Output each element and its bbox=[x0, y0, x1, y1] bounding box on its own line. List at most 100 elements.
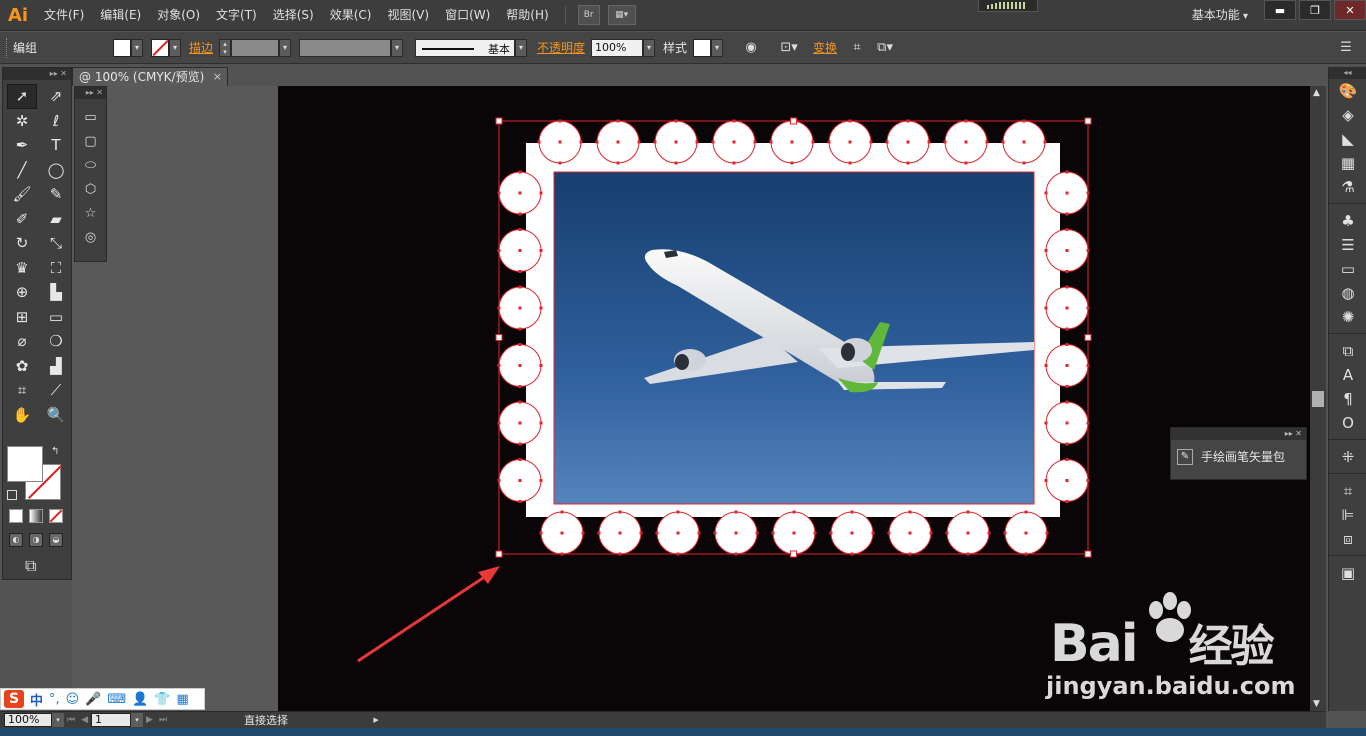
gradient-panel-icon[interactable]: ▭ bbox=[1329, 257, 1366, 281]
draw-behind-button[interactable]: ◑ bbox=[29, 533, 43, 547]
user-icon[interactable]: 👤 bbox=[132, 692, 148, 707]
stroke-weight-spinner[interactable]: ▴ ▾ bbox=[219, 38, 232, 57]
perspective-grid-tool[interactable]: ▙ bbox=[41, 280, 71, 305]
layers-panel-icon[interactable]: ◈ bbox=[1329, 103, 1366, 127]
column-graph-tool[interactable]: ▟ bbox=[41, 354, 71, 379]
recolor-artwork-icon[interactable]: ◉ bbox=[741, 38, 761, 58]
brush-library-item[interactable]: ✎ 手绘画笔矢量包 bbox=[1171, 440, 1306, 473]
swap-fill-stroke-icon[interactable]: ↰ bbox=[51, 446, 59, 457]
gradient-mode-button[interactable] bbox=[29, 509, 43, 523]
symbol-sprayer-tool[interactable]: ✿ bbox=[7, 354, 37, 379]
flyout-header[interactable]: ▸▸ ✕ bbox=[75, 87, 106, 99]
vertical-scrollbar[interactable]: ▲ ▼ bbox=[1310, 86, 1326, 711]
transform-panel-link[interactable]: 变换 bbox=[813, 39, 837, 56]
blend-tool[interactable]: ❍ bbox=[41, 329, 71, 354]
stroke-panel-icon[interactable]: ☰ bbox=[1329, 233, 1366, 257]
direct-selection-tool[interactable]: ⇗ bbox=[41, 84, 71, 109]
dock-header[interactable]: ◂◂ bbox=[1329, 67, 1366, 79]
close-document-icon[interactable]: × bbox=[213, 68, 222, 86]
transparency-panel-icon[interactable]: ◍ bbox=[1329, 281, 1366, 305]
gradient-tool[interactable]: ▭ bbox=[41, 305, 71, 330]
fill-color-swatch[interactable] bbox=[113, 38, 131, 57]
lasso-tool[interactable]: ℓ bbox=[41, 109, 71, 134]
bridge-button[interactable]: Br bbox=[577, 5, 600, 25]
selection-tool[interactable]: ➚ bbox=[7, 84, 37, 109]
transform-dock-icon[interactable]: ⌗ bbox=[1329, 479, 1366, 503]
stroke-panel-link[interactable]: 描边 bbox=[189, 39, 213, 56]
sogou-logo[interactable]: S bbox=[4, 690, 24, 708]
next-artboard-icon[interactable]: ▶ bbox=[146, 715, 153, 725]
resize-handle[interactable] bbox=[495, 550, 503, 558]
default-colors-icon[interactable] bbox=[7, 490, 17, 500]
mesh-tool[interactable]: ⊞ bbox=[7, 305, 37, 330]
menu-help[interactable]: 帮助(H) bbox=[498, 0, 556, 31]
rounded-rectangle-tool[interactable]: ▢ bbox=[75, 129, 106, 153]
vertical-scroll-thumb[interactable] bbox=[1312, 391, 1324, 407]
hand-tool[interactable]: ✋ bbox=[7, 403, 37, 428]
graphic-styles-icon[interactable]: ⧉ bbox=[1329, 339, 1366, 363]
brush-definition-dropdown[interactable]: ▾ bbox=[515, 38, 528, 57]
scale-tool[interactable]: ⤡ bbox=[41, 231, 71, 256]
resize-handle[interactable] bbox=[1084, 117, 1092, 125]
graphic-style-dropdown[interactable]: ▾ bbox=[711, 38, 724, 57]
resize-handle[interactable] bbox=[495, 117, 503, 125]
paintbrush-tool[interactable]: 🖌 bbox=[7, 182, 37, 207]
color-mode-button[interactable] bbox=[9, 509, 23, 523]
graphic-style-swatch[interactable] bbox=[693, 38, 712, 57]
zoom-dropdown[interactable]: ▾ bbox=[52, 713, 64, 727]
select-similar-icon[interactable]: ⧉▾ bbox=[875, 38, 895, 58]
close-button[interactable]: ✕ bbox=[1334, 0, 1366, 20]
opacity-panel-link[interactable]: 不透明度 bbox=[537, 39, 585, 56]
punctuation-icon[interactable]: °, bbox=[49, 692, 60, 707]
emoji-icon[interactable]: ☺ bbox=[66, 692, 80, 707]
status-menu-icon[interactable]: ▶ bbox=[370, 713, 383, 727]
pencil-tool[interactable]: ✎ bbox=[41, 182, 71, 207]
screen-mode-button[interactable]: ⧉ bbox=[25, 556, 36, 576]
links-panel-icon[interactable]: ▣ bbox=[1329, 561, 1366, 585]
menu-edit[interactable]: 编辑(E) bbox=[92, 0, 149, 31]
first-artboard-icon[interactable]: ⏮ bbox=[67, 715, 75, 725]
free-transform-tool[interactable]: ⛶ bbox=[41, 256, 71, 281]
draw-normal-button[interactable]: ◐ bbox=[9, 533, 23, 547]
menu-file[interactable]: 文件(F) bbox=[36, 0, 92, 31]
isolate-group-icon[interactable]: ⌗ bbox=[847, 38, 867, 58]
flare-tool[interactable]: ◎ bbox=[75, 225, 106, 249]
resize-handle[interactable] bbox=[1084, 334, 1092, 341]
transform-panel-icon[interactable]: ⁜ bbox=[1329, 445, 1366, 469]
panel-grip[interactable] bbox=[6, 37, 9, 58]
align-options-icon[interactable]: ⊡▾ bbox=[779, 38, 799, 58]
paragraph-panel-icon[interactable]: ¶ bbox=[1329, 387, 1366, 411]
panel-menu-icon[interactable]: ☰ bbox=[1336, 38, 1356, 58]
stroke-color-dropdown[interactable]: ▾ bbox=[169, 38, 181, 57]
variable-width-dropdown[interactable]: ▾ bbox=[391, 38, 404, 57]
blob-brush-tool[interactable]: ✐ bbox=[7, 207, 37, 232]
resize-handle[interactable] bbox=[790, 550, 797, 558]
artboard-number-field[interactable]: 1 bbox=[91, 713, 132, 727]
rectangle-tool[interactable]: ▭ bbox=[75, 105, 106, 129]
opacity-field[interactable]: 100% bbox=[591, 38, 644, 57]
color-guide-icon[interactable]: ◣ bbox=[1329, 127, 1366, 151]
polygon-tool[interactable]: ⬡ bbox=[75, 177, 106, 201]
brush-panel-header[interactable]: ▸▸ ✕ bbox=[1171, 428, 1306, 440]
microphone-icon[interactable]: 🎤 bbox=[85, 692, 101, 707]
menu-object[interactable]: 对象(O) bbox=[149, 0, 208, 31]
ellipse-tool[interactable]: ◯ bbox=[41, 158, 71, 183]
toolbox-icon[interactable]: ▦ bbox=[177, 692, 189, 707]
minimize-button[interactable]: ▬ bbox=[1264, 0, 1296, 20]
shape-builder-tool[interactable]: ⊕ bbox=[7, 280, 37, 305]
scroll-down-icon[interactable]: ▼ bbox=[1313, 699, 1320, 709]
resize-handle[interactable] bbox=[1084, 550, 1092, 558]
resize-handle[interactable] bbox=[790, 117, 797, 125]
magic-wand-tool[interactable]: ✲ bbox=[7, 109, 37, 134]
tools-panel-header[interactable]: ▸▸ ✕ bbox=[3, 68, 71, 80]
workspace-switcher[interactable]: 基本功能 bbox=[1192, 0, 1248, 31]
brush-definition-field[interactable]: 基本 bbox=[415, 38, 516, 57]
symbols-panel-icon[interactable]: ♣ bbox=[1329, 209, 1366, 233]
restore-button[interactable]: ❐ bbox=[1299, 0, 1331, 20]
width-tool[interactable]: ♛ bbox=[7, 256, 37, 281]
brushes-panel-icon[interactable]: ⚗ bbox=[1329, 175, 1366, 199]
appearance-panel-icon[interactable]: ✺ bbox=[1329, 305, 1366, 329]
variable-width-profile[interactable] bbox=[299, 38, 392, 57]
arrange-documents-button[interactable]: ▦▾ bbox=[607, 5, 636, 25]
opacity-dropdown[interactable]: ▾ bbox=[643, 38, 656, 57]
